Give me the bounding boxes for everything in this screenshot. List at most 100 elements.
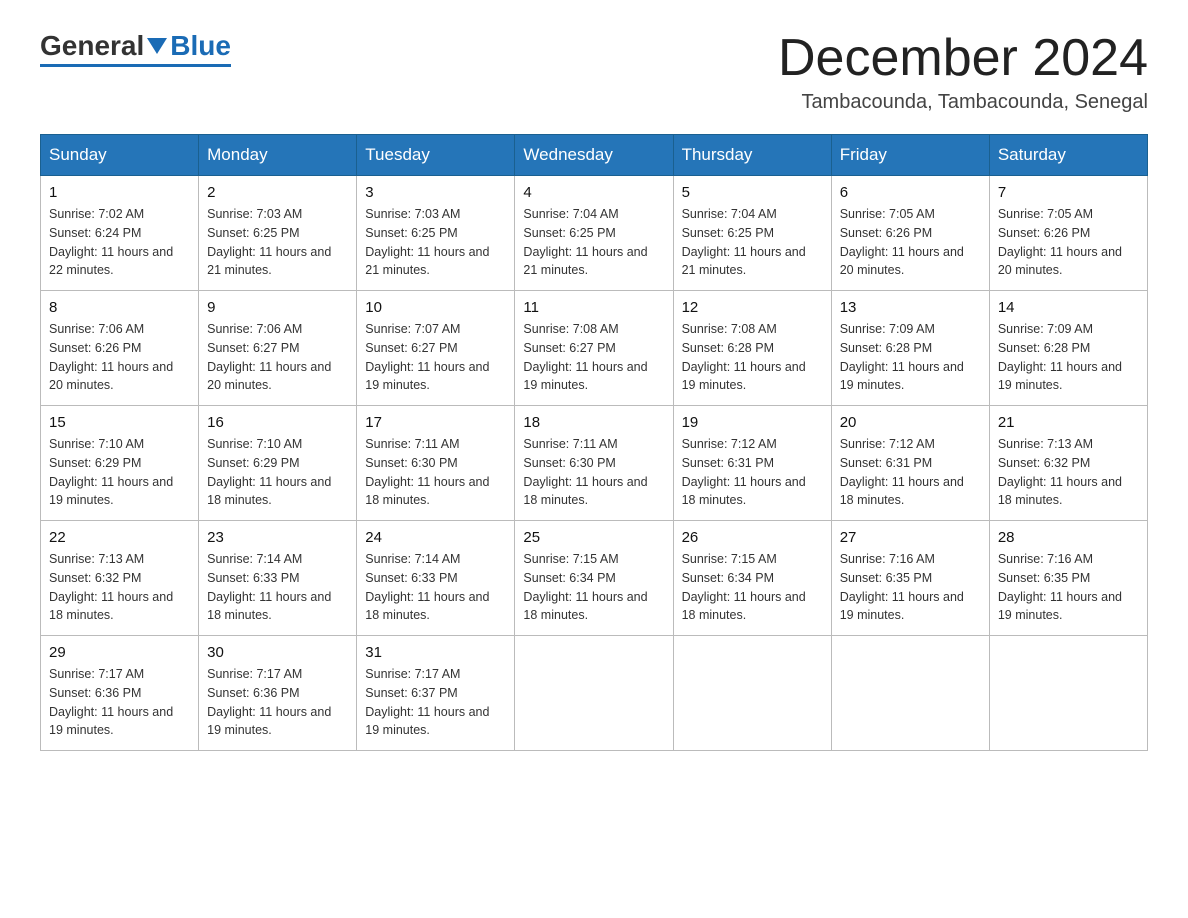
day-number: 10 [365, 299, 506, 316]
day-info: Sunrise: 7:14 AMSunset: 6:33 PMDaylight:… [207, 550, 348, 625]
day-number: 11 [523, 299, 664, 316]
day-info: Sunrise: 7:09 AMSunset: 6:28 PMDaylight:… [998, 320, 1139, 395]
day-number: 30 [207, 644, 348, 661]
calendar-table: SundayMondayTuesdayWednesdayThursdayFrid… [40, 134, 1148, 751]
day-info: Sunrise: 7:02 AMSunset: 6:24 PMDaylight:… [49, 205, 190, 280]
logo-triangle-icon [147, 38, 167, 54]
day-info: Sunrise: 7:15 AMSunset: 6:34 PMDaylight:… [523, 550, 664, 625]
day-number: 13 [840, 299, 981, 316]
day-cell: 3 Sunrise: 7:03 AMSunset: 6:25 PMDayligh… [357, 176, 515, 291]
day-info: Sunrise: 7:05 AMSunset: 6:26 PMDaylight:… [840, 205, 981, 280]
day-number: 22 [49, 529, 190, 546]
day-info: Sunrise: 7:12 AMSunset: 6:31 PMDaylight:… [682, 435, 823, 510]
day-cell: 2 Sunrise: 7:03 AMSunset: 6:25 PMDayligh… [199, 176, 357, 291]
day-number: 19 [682, 414, 823, 431]
day-number: 15 [49, 414, 190, 431]
day-number: 1 [49, 184, 190, 201]
day-cell [515, 636, 673, 751]
day-info: Sunrise: 7:09 AMSunset: 6:28 PMDaylight:… [840, 320, 981, 395]
day-info: Sunrise: 7:14 AMSunset: 6:33 PMDaylight:… [365, 550, 506, 625]
day-info: Sunrise: 7:07 AMSunset: 6:27 PMDaylight:… [365, 320, 506, 395]
logo: General Blue [40, 30, 231, 67]
month-title: December 2024 [778, 30, 1148, 87]
day-number: 29 [49, 644, 190, 661]
week-row-2: 8 Sunrise: 7:06 AMSunset: 6:26 PMDayligh… [41, 291, 1148, 406]
day-number: 8 [49, 299, 190, 316]
day-info: Sunrise: 7:12 AMSunset: 6:31 PMDaylight:… [840, 435, 981, 510]
day-cell: 9 Sunrise: 7:06 AMSunset: 6:27 PMDayligh… [199, 291, 357, 406]
day-info: Sunrise: 7:06 AMSunset: 6:26 PMDaylight:… [49, 320, 190, 395]
day-info: Sunrise: 7:15 AMSunset: 6:34 PMDaylight:… [682, 550, 823, 625]
day-cell: 15 Sunrise: 7:10 AMSunset: 6:29 PMDaylig… [41, 406, 199, 521]
day-cell: 30 Sunrise: 7:17 AMSunset: 6:36 PMDaylig… [199, 636, 357, 751]
day-number: 16 [207, 414, 348, 431]
day-info: Sunrise: 7:05 AMSunset: 6:26 PMDaylight:… [998, 205, 1139, 280]
day-cell: 6 Sunrise: 7:05 AMSunset: 6:26 PMDayligh… [831, 176, 989, 291]
day-cell [831, 636, 989, 751]
day-info: Sunrise: 7:08 AMSunset: 6:28 PMDaylight:… [682, 320, 823, 395]
day-number: 31 [365, 644, 506, 661]
day-info: Sunrise: 7:17 AMSunset: 6:36 PMDaylight:… [49, 665, 190, 740]
day-cell: 20 Sunrise: 7:12 AMSunset: 6:31 PMDaylig… [831, 406, 989, 521]
day-cell: 14 Sunrise: 7:09 AMSunset: 6:28 PMDaylig… [989, 291, 1147, 406]
day-header-tuesday: Tuesday [357, 135, 515, 176]
day-header-monday: Monday [199, 135, 357, 176]
day-cell [673, 636, 831, 751]
logo-blue-text: Blue [170, 30, 231, 62]
logo-underline [40, 64, 231, 67]
day-cell: 18 Sunrise: 7:11 AMSunset: 6:30 PMDaylig… [515, 406, 673, 521]
day-cell: 12 Sunrise: 7:08 AMSunset: 6:28 PMDaylig… [673, 291, 831, 406]
day-cell: 13 Sunrise: 7:09 AMSunset: 6:28 PMDaylig… [831, 291, 989, 406]
day-number: 27 [840, 529, 981, 546]
day-cell: 7 Sunrise: 7:05 AMSunset: 6:26 PMDayligh… [989, 176, 1147, 291]
day-cell: 16 Sunrise: 7:10 AMSunset: 6:29 PMDaylig… [199, 406, 357, 521]
day-number: 3 [365, 184, 506, 201]
day-cell [989, 636, 1147, 751]
week-row-1: 1 Sunrise: 7:02 AMSunset: 6:24 PMDayligh… [41, 176, 1148, 291]
day-info: Sunrise: 7:11 AMSunset: 6:30 PMDaylight:… [523, 435, 664, 510]
day-cell: 5 Sunrise: 7:04 AMSunset: 6:25 PMDayligh… [673, 176, 831, 291]
day-number: 7 [998, 184, 1139, 201]
day-cell: 29 Sunrise: 7:17 AMSunset: 6:36 PMDaylig… [41, 636, 199, 751]
day-info: Sunrise: 7:03 AMSunset: 6:25 PMDaylight:… [365, 205, 506, 280]
day-number: 26 [682, 529, 823, 546]
day-number: 2 [207, 184, 348, 201]
day-cell: 22 Sunrise: 7:13 AMSunset: 6:32 PMDaylig… [41, 521, 199, 636]
day-cell: 11 Sunrise: 7:08 AMSunset: 6:27 PMDaylig… [515, 291, 673, 406]
day-info: Sunrise: 7:16 AMSunset: 6:35 PMDaylight:… [840, 550, 981, 625]
day-info: Sunrise: 7:16 AMSunset: 6:35 PMDaylight:… [998, 550, 1139, 625]
day-info: Sunrise: 7:10 AMSunset: 6:29 PMDaylight:… [207, 435, 348, 510]
logo-general-text: General [40, 30, 144, 62]
day-info: Sunrise: 7:06 AMSunset: 6:27 PMDaylight:… [207, 320, 348, 395]
day-headers-row: SundayMondayTuesdayWednesdayThursdayFrid… [41, 135, 1148, 176]
day-info: Sunrise: 7:11 AMSunset: 6:30 PMDaylight:… [365, 435, 506, 510]
day-header-thursday: Thursday [673, 135, 831, 176]
day-number: 21 [998, 414, 1139, 431]
day-number: 24 [365, 529, 506, 546]
day-info: Sunrise: 7:04 AMSunset: 6:25 PMDaylight:… [682, 205, 823, 280]
day-cell: 25 Sunrise: 7:15 AMSunset: 6:34 PMDaylig… [515, 521, 673, 636]
day-info: Sunrise: 7:03 AMSunset: 6:25 PMDaylight:… [207, 205, 348, 280]
week-row-5: 29 Sunrise: 7:17 AMSunset: 6:36 PMDaylig… [41, 636, 1148, 751]
week-row-4: 22 Sunrise: 7:13 AMSunset: 6:32 PMDaylig… [41, 521, 1148, 636]
day-number: 6 [840, 184, 981, 201]
day-header-sunday: Sunday [41, 135, 199, 176]
day-number: 4 [523, 184, 664, 201]
day-header-saturday: Saturday [989, 135, 1147, 176]
day-header-friday: Friday [831, 135, 989, 176]
page-header: General Blue December 2024 Tambacounda, … [40, 30, 1148, 114]
day-cell: 19 Sunrise: 7:12 AMSunset: 6:31 PMDaylig… [673, 406, 831, 521]
day-cell: 4 Sunrise: 7:04 AMSunset: 6:25 PMDayligh… [515, 176, 673, 291]
day-info: Sunrise: 7:17 AMSunset: 6:36 PMDaylight:… [207, 665, 348, 740]
day-info: Sunrise: 7:08 AMSunset: 6:27 PMDaylight:… [523, 320, 664, 395]
day-info: Sunrise: 7:13 AMSunset: 6:32 PMDaylight:… [49, 550, 190, 625]
day-cell: 8 Sunrise: 7:06 AMSunset: 6:26 PMDayligh… [41, 291, 199, 406]
day-cell: 26 Sunrise: 7:15 AMSunset: 6:34 PMDaylig… [673, 521, 831, 636]
day-info: Sunrise: 7:17 AMSunset: 6:37 PMDaylight:… [365, 665, 506, 740]
day-number: 14 [998, 299, 1139, 316]
week-row-3: 15 Sunrise: 7:10 AMSunset: 6:29 PMDaylig… [41, 406, 1148, 521]
day-number: 9 [207, 299, 348, 316]
day-cell: 24 Sunrise: 7:14 AMSunset: 6:33 PMDaylig… [357, 521, 515, 636]
day-cell: 28 Sunrise: 7:16 AMSunset: 6:35 PMDaylig… [989, 521, 1147, 636]
location-title: Tambacounda, Tambacounda, Senegal [778, 91, 1148, 114]
